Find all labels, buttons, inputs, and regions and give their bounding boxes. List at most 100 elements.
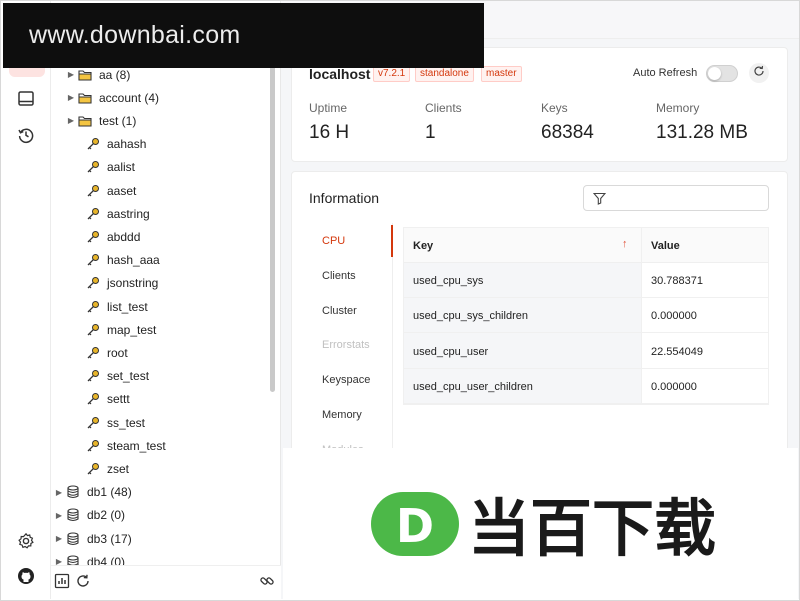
key-label: steam_test xyxy=(107,438,166,453)
column-divider xyxy=(641,228,642,404)
key-icon xyxy=(85,229,101,245)
tree-database[interactable]: ▶ db3 (17) xyxy=(53,527,132,550)
database-icon xyxy=(65,531,81,547)
svg-text:D: D xyxy=(396,499,434,553)
info-nav-memory[interactable]: Memory xyxy=(322,409,362,421)
key-icon xyxy=(85,252,101,268)
table-row[interactable]: used_cpu_user_children 0.000000 xyxy=(404,369,768,404)
key-icon xyxy=(85,275,101,291)
tree-key[interactable]: aaset xyxy=(85,179,136,202)
key-label: list_test xyxy=(107,299,148,314)
database-label: db2 (0) xyxy=(87,508,126,523)
key-icon xyxy=(85,391,101,407)
tree-scrollbar[interactable] xyxy=(270,40,275,392)
tree-key[interactable]: aahash xyxy=(85,133,146,156)
expand-caret-icon[interactable]: ▶ xyxy=(65,70,77,79)
refresh-tree-icon[interactable] xyxy=(75,573,91,594)
tree-database[interactable]: ▶ db2 (0) xyxy=(53,504,125,527)
auto-refresh-label: Auto Refresh xyxy=(633,67,698,79)
tree-key[interactable]: list_test xyxy=(85,295,148,318)
expand-caret-icon[interactable]: ▶ xyxy=(53,511,65,520)
expand-caret-icon[interactable]: ▶ xyxy=(53,488,65,497)
key-icon xyxy=(85,183,101,199)
table-row[interactable]: used_cpu_sys 30.788371 xyxy=(404,263,768,298)
key-icon xyxy=(85,136,101,152)
github-icon[interactable] xyxy=(14,564,38,588)
tree-key[interactable]: hash_aaa xyxy=(85,249,160,272)
downbai-logo: D 当百下载 xyxy=(371,492,716,565)
sidebar-footer xyxy=(51,565,281,599)
sort-ascending-icon[interactable]: ↑ xyxy=(622,238,628,250)
watermark-banner: www.downbai.com xyxy=(3,3,484,68)
database-icon xyxy=(65,484,81,500)
key-label: root xyxy=(107,345,128,360)
row-value: 0.000000 xyxy=(651,380,697,393)
memory-value: 131.28 MB xyxy=(656,122,748,143)
tree-folder[interactable]: ▶ account (4) xyxy=(65,86,159,109)
expand-caret-icon[interactable]: ▶ xyxy=(65,93,77,102)
database-label: db1 (48) xyxy=(87,485,132,500)
tree-database[interactable]: ▶ db1 (48) xyxy=(53,481,132,504)
key-label: zset xyxy=(107,461,130,476)
value-column-header[interactable]: Value xyxy=(651,240,680,252)
refresh-icon xyxy=(753,64,765,82)
table-header: Key ↑ Value xyxy=(404,228,768,263)
key-column-header[interactable]: Key xyxy=(413,240,433,252)
tree-key[interactable]: root xyxy=(85,341,128,364)
info-nav-cluster[interactable]: Cluster xyxy=(322,305,357,317)
folder-icon xyxy=(77,90,93,106)
tree-key[interactable]: settt xyxy=(85,388,130,411)
tree-key[interactable]: jsonstring xyxy=(85,272,158,295)
keys-value: 68384 xyxy=(541,122,594,143)
watermark-url: www.downbai.com xyxy=(29,21,241,49)
tree-key[interactable]: aastring xyxy=(85,202,150,225)
row-value: 22.554049 xyxy=(651,345,703,358)
tree-key[interactable]: abddd xyxy=(85,225,140,248)
key-icon xyxy=(85,438,101,454)
info-nav-cpu[interactable]: CPU xyxy=(322,235,345,247)
tree-key[interactable]: zset xyxy=(85,457,129,480)
history-icon[interactable] xyxy=(14,123,38,147)
tree-key[interactable]: aalist xyxy=(85,156,135,179)
auto-refresh-toggle[interactable] xyxy=(706,65,738,82)
row-value: 30.788371 xyxy=(651,275,703,287)
table-row[interactable]: used_cpu_sys_children 0.000000 xyxy=(404,298,768,334)
info-nav-clients[interactable]: Clients xyxy=(322,270,356,282)
tree-key[interactable]: map_test xyxy=(85,318,156,341)
key-label: settt xyxy=(107,392,130,407)
filter-icon xyxy=(593,192,606,205)
information-title: Information xyxy=(309,190,380,206)
refresh-button[interactable] xyxy=(749,63,769,83)
row-key: used_cpu_user xyxy=(413,345,489,358)
server-host: localhost xyxy=(309,66,371,82)
stats-icon[interactable] xyxy=(54,573,70,594)
table-row[interactable]: used_cpu_user 22.554049 xyxy=(404,334,768,369)
info-nav-keyspace[interactable]: Keyspace xyxy=(322,374,370,386)
info-nav-errorstats: Errorstats xyxy=(322,339,370,352)
key-icon xyxy=(85,159,101,175)
mode-tag: standalone xyxy=(415,66,474,82)
clients-value: 1 xyxy=(425,122,436,143)
tree-key[interactable]: set_test xyxy=(85,365,149,388)
display-icon[interactable] xyxy=(14,87,38,111)
row-key: used_cpu_sys_children xyxy=(413,310,528,323)
tree-key[interactable]: steam_test xyxy=(85,434,166,457)
role-tag: master xyxy=(481,66,522,82)
key-label: abddd xyxy=(107,229,141,244)
database-label: db3 (17) xyxy=(87,531,132,546)
uptime-value: 16 H xyxy=(309,122,350,143)
link-icon[interactable] xyxy=(259,573,275,594)
info-section-nav: CPU Clients Cluster Errorstats Keyspace Memor… xyxy=(305,223,393,456)
settings-icon[interactable] xyxy=(14,529,38,553)
memory-label: Memory xyxy=(656,101,700,115)
expand-caret-icon[interactable]: ▶ xyxy=(65,116,77,125)
clients-label: Clients xyxy=(425,101,462,115)
tree-folder[interactable]: ▶ test (1) xyxy=(65,109,136,132)
folder-label: aa (8) xyxy=(99,67,131,82)
key-label: ss_test xyxy=(107,415,146,430)
expand-caret-icon[interactable]: ▶ xyxy=(53,534,65,543)
tree-key[interactable]: ss_test xyxy=(85,411,145,434)
filter-input[interactable] xyxy=(583,185,769,211)
folder-icon xyxy=(77,67,93,83)
svg-text:当百下载: 当百下载 xyxy=(468,492,716,565)
